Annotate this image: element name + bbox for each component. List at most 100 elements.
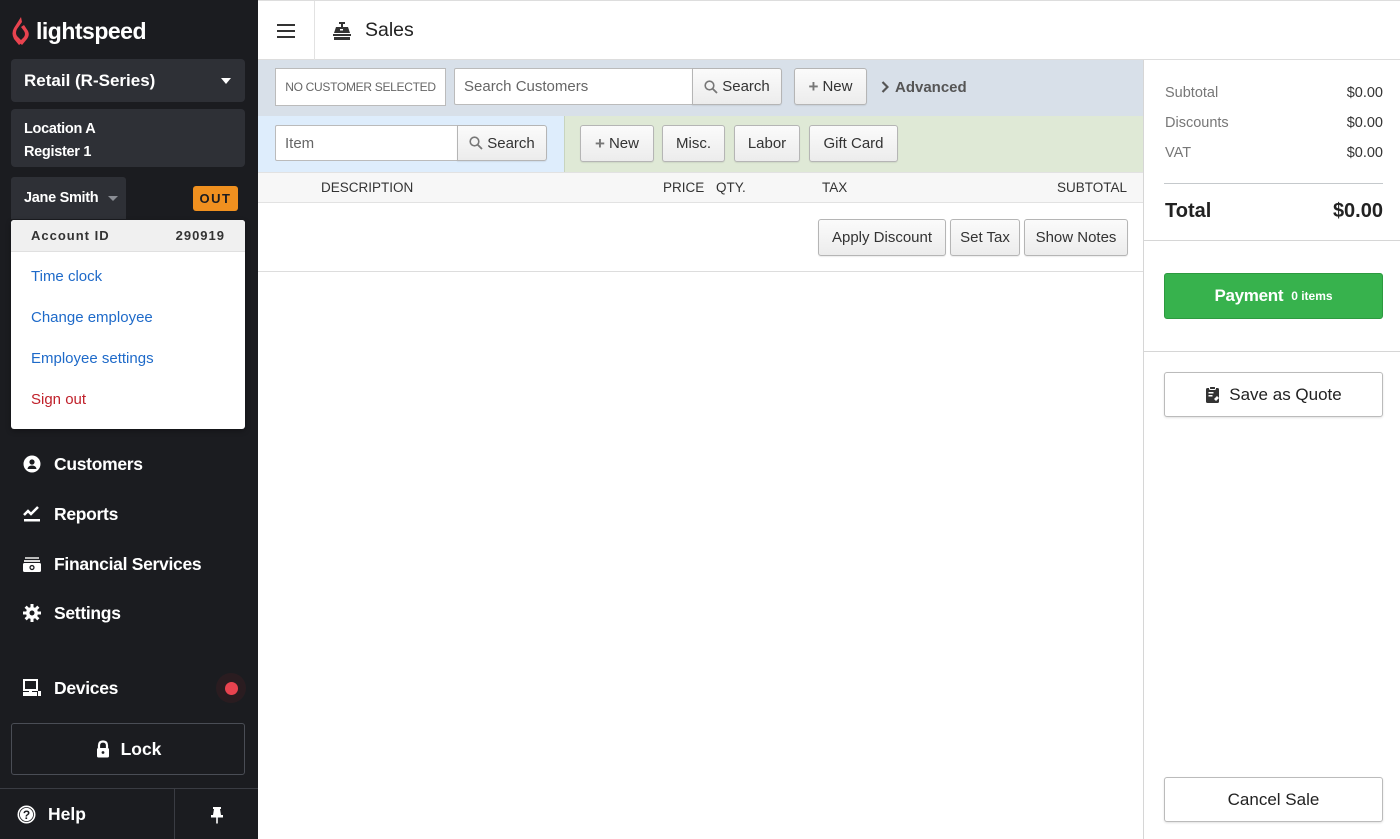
discounts-value: $0.00 bbox=[1346, 115, 1383, 131]
svg-text:?: ? bbox=[23, 808, 30, 822]
sidebar: lightspeed Retail (R-Series) Location A … bbox=[0, 0, 258, 839]
chevron-right-icon bbox=[881, 81, 889, 93]
menu-item-time-clock[interactable]: Time clock bbox=[11, 256, 245, 297]
sidebar-item-reports[interactable]: Reports bbox=[0, 494, 258, 534]
vat-label: VAT bbox=[1165, 145, 1192, 161]
location-register-box[interactable]: Location A Register 1 bbox=[11, 109, 245, 167]
misc-button[interactable]: Misc. bbox=[662, 125, 725, 162]
item-search-input[interactable] bbox=[275, 125, 460, 161]
location-label: Location A bbox=[24, 121, 96, 137]
search-icon bbox=[704, 79, 718, 94]
sidebar-item-settings[interactable]: Settings bbox=[0, 593, 258, 633]
pin-icon bbox=[210, 806, 223, 823]
menu-item-employee-settings[interactable]: Employee settings bbox=[11, 338, 245, 379]
clock-status-badge[interactable]: OUT bbox=[193, 186, 238, 211]
total-row: Total $0.00 bbox=[1165, 200, 1383, 223]
store-select-label: Retail (R-Series) bbox=[24, 70, 156, 90]
summary-divider bbox=[1164, 183, 1383, 184]
new-customer-button[interactable]: + New bbox=[794, 68, 867, 105]
caret-down-icon bbox=[221, 77, 231, 84]
status-dot-icon bbox=[224, 681, 238, 695]
plus-icon: + bbox=[808, 76, 819, 96]
reports-icon bbox=[22, 504, 42, 524]
cancel-sale-button[interactable]: Cancel Sale bbox=[1164, 777, 1383, 822]
cash-register-icon bbox=[333, 21, 351, 40]
sidebar-item-label: Customers bbox=[54, 453, 143, 474]
total-value: $0.00 bbox=[1332, 200, 1383, 222]
save-as-quote-label: Save as Quote bbox=[1229, 384, 1342, 404]
item-search-button[interactable]: Search bbox=[457, 125, 547, 161]
account-id-label: Account ID bbox=[31, 228, 110, 243]
help-button[interactable]: ? Help bbox=[0, 789, 174, 839]
column-price: PRICE bbox=[663, 180, 705, 195]
sidebar-item-label: Devices bbox=[54, 677, 119, 698]
flame-icon bbox=[12, 17, 29, 45]
user-name: Jane Smith bbox=[24, 190, 99, 206]
lock-icon bbox=[96, 740, 109, 758]
lightspeed-logo[interactable]: lightspeed bbox=[10, 16, 147, 46]
register-label: Register 1 bbox=[24, 144, 92, 160]
pin-sidebar-button[interactable] bbox=[174, 789, 258, 839]
quote-clipboard-icon bbox=[1206, 385, 1220, 403]
subtotal-value: $0.00 bbox=[1346, 85, 1383, 101]
sidebar-item-customers[interactable]: Customers bbox=[0, 444, 258, 484]
vat-value: $0.00 bbox=[1346, 145, 1383, 161]
store-select[interactable]: Retail (R-Series) bbox=[11, 59, 245, 102]
column-subtotal: SUBTOTAL bbox=[1056, 180, 1127, 195]
customer-search-button[interactable]: Search bbox=[692, 68, 782, 105]
search-label: Search bbox=[722, 78, 770, 95]
add-item-bar: + New Misc. Labor Gift Card bbox=[564, 116, 1143, 172]
vat-row: VAT $0.00 bbox=[1165, 145, 1383, 161]
page-title: Sales bbox=[333, 1, 414, 60]
page-header: Sales bbox=[258, 0, 1400, 60]
gift-card-button[interactable]: Gift Card bbox=[809, 125, 898, 162]
search-label: Search bbox=[487, 134, 535, 152]
total-label: Total bbox=[1165, 200, 1212, 222]
column-tax: TAX bbox=[822, 180, 848, 195]
brand-name: lightspeed bbox=[36, 17, 147, 44]
discounts-row: Discounts $0.00 bbox=[1165, 115, 1383, 131]
sidebar-item-label: Settings bbox=[54, 602, 121, 623]
account-dropdown: Account ID 290919 Time clock Change empl… bbox=[11, 220, 245, 429]
sale-summary-panel: Subtotal $0.00 Discounts $0.00 VAT $0.00… bbox=[1144, 60, 1400, 839]
search-icon bbox=[469, 136, 483, 150]
show-notes-button[interactable]: Show Notes bbox=[1024, 219, 1128, 256]
customer-icon bbox=[22, 454, 42, 474]
labor-button[interactable]: Labor bbox=[734, 125, 800, 162]
help-label: Help bbox=[48, 804, 86, 824]
gear-icon bbox=[22, 603, 42, 623]
item-search-bar: Search bbox=[258, 116, 564, 172]
new-item-button[interactable]: + New bbox=[580, 125, 654, 162]
save-as-quote-button[interactable]: Save as Quote bbox=[1164, 372, 1383, 417]
subtotal-row: Subtotal $0.00 bbox=[1165, 85, 1383, 101]
sidebar-item-label: Financial Services bbox=[54, 553, 202, 574]
sidebar-item-financial-services[interactable]: Financial Services bbox=[0, 544, 258, 584]
account-id-row: Account ID 290919 bbox=[11, 220, 245, 252]
lock-label: Lock bbox=[120, 738, 162, 759]
lock-button[interactable]: Lock bbox=[11, 723, 245, 775]
payment-button[interactable]: Payment 0 items bbox=[1164, 273, 1383, 319]
sidebar-item-label: Reports bbox=[54, 503, 119, 524]
line-items-table-header: DESCRIPTION PRICE QTY. TAX SUBTOTAL bbox=[258, 172, 1143, 203]
cancel-sale-label: Cancel Sale bbox=[1227, 789, 1320, 809]
subtotal-label: Subtotal bbox=[1165, 85, 1219, 101]
column-description: DESCRIPTION bbox=[321, 180, 414, 195]
payment-item-count: 0 items bbox=[1291, 289, 1333, 303]
divider bbox=[1144, 240, 1400, 241]
set-tax-button[interactable]: Set Tax bbox=[950, 219, 1020, 256]
advanced-search-toggle[interactable]: Advanced bbox=[881, 76, 967, 98]
payment-label: Payment bbox=[1214, 286, 1284, 305]
customer-bar: NO CUSTOMER SELECTED Search + New Advanc… bbox=[258, 60, 1143, 116]
apply-discount-button[interactable]: Apply Discount bbox=[818, 219, 946, 256]
user-menu-button[interactable]: Jane Smith bbox=[11, 177, 126, 219]
money-icon bbox=[22, 554, 42, 574]
divider bbox=[1144, 351, 1400, 352]
new-label: New bbox=[608, 135, 639, 152]
hamburger-menu-button[interactable] bbox=[258, 1, 315, 60]
customer-search-input[interactable] bbox=[454, 68, 694, 105]
advanced-label: Advanced bbox=[895, 78, 967, 96]
menu-item-sign-out[interactable]: Sign out bbox=[11, 379, 245, 420]
menu-item-change-employee[interactable]: Change employee bbox=[11, 297, 245, 338]
column-qty: QTY. bbox=[716, 180, 746, 195]
sale-actions-row: Apply Discount Set Tax Show Notes bbox=[258, 203, 1143, 272]
